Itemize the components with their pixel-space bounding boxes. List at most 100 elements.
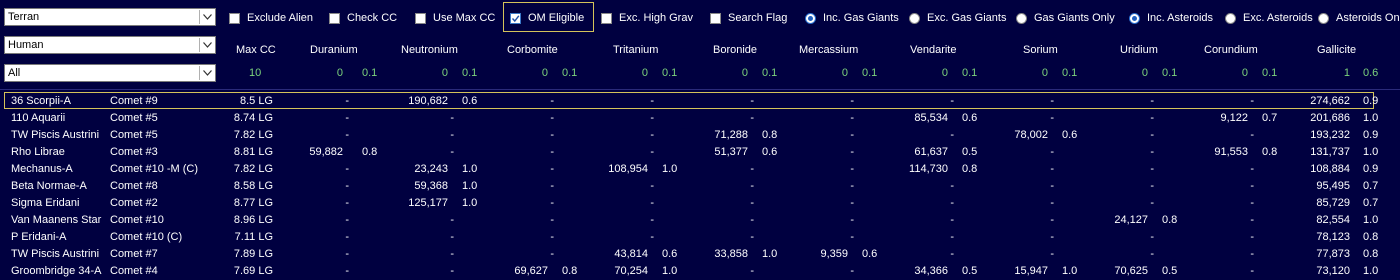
header-accessibility-value: 0.1 (562, 67, 578, 79)
system-name-cell: Beta Normae-A (11, 180, 87, 192)
exc-asteroids-radio[interactable]: Exc. Asteroids (1225, 8, 1313, 28)
table-row[interactable]: 36 Scorpii-A Comet #9 8.5 LG - 190,682 0.6 - - -… (0, 93, 1400, 110)
mineral-amount-cell: - (1150, 129, 1154, 141)
mineral-amount-cell: - (550, 248, 554, 260)
use-max-cc-checkbox[interactable]: Use Max CC (415, 8, 495, 28)
column-header-vendarite[interactable]: Vendarite (910, 44, 956, 58)
chevron-down-icon[interactable] (199, 38, 214, 52)
mineral-amount-cell: - (345, 231, 349, 243)
table-row[interactable]: Mechanus-A Comet #10 -M (C) 7.82 LG - 23,243… (0, 161, 1400, 178)
mineral-amount-cell: - (1250, 265, 1254, 277)
search-flag-label: Search Flag (728, 12, 788, 24)
table-row[interactable]: Groombridge 34-A Comet #4 7.69 LG - - 69,627 0… (0, 263, 1400, 280)
exclude-alien-checkbox[interactable]: Exclude Alien (229, 8, 313, 28)
exc-gas-giants-radio[interactable]: Exc. Gas Giants (909, 8, 1006, 28)
mineral-amount-cell: - (650, 129, 654, 141)
column-header-sorium[interactable]: Sorium (1023, 44, 1058, 58)
column-header-tritanium[interactable]: Tritanium (613, 44, 658, 58)
header-accessibility-value: 0.1 (762, 67, 778, 79)
table-row[interactable]: TW Piscis Austrini Comet #5 7.82 LG - - - - 71,… (0, 127, 1400, 144)
mineral-amount-cell: 70,625 (1114, 265, 1148, 277)
mineral-amount-cell: - (550, 163, 554, 175)
mineral-amount-cell: 78,123 (1316, 231, 1350, 243)
radio-button[interactable] (1225, 12, 1236, 24)
radio-button[interactable] (1318, 12, 1329, 24)
species-dropdown[interactable]: Human (4, 36, 216, 54)
system-name-cell: P Eridani-A (11, 231, 67, 243)
mineral-amount-cell: - (1050, 163, 1054, 175)
mineral-amount-cell: - (550, 180, 554, 192)
table-row[interactable]: Rho Librae Comet #3 8.81 LG 59,882 0.8 - - - 51,… (0, 144, 1400, 161)
column-header-corundium[interactable]: Corundium (1204, 44, 1258, 58)
column-header-mercassium[interactable]: Mercassium (799, 44, 858, 58)
header-amount-value: 0 (841, 67, 848, 79)
mineral-amount-cell: - (950, 95, 954, 107)
inc-gas-giants-radio[interactable]: Inc. Gas Giants (805, 8, 899, 28)
chevron-down-icon[interactable] (199, 66, 214, 80)
mineral-amount-cell: 70,254 (614, 265, 648, 277)
table-row[interactable]: Van Maanens Star Comet #10 8.96 LG - - - - - - - -… (0, 212, 1400, 229)
mineral-amount-cell: - (950, 248, 954, 260)
column-header-boronide[interactable]: Boronide (713, 44, 757, 58)
search-flag-checkbox[interactable]: Search Flag (710, 8, 787, 28)
mineral-amount-cell: - (450, 112, 454, 124)
mineral-amount-cell: - (1250, 214, 1254, 226)
asteroids-only-radio[interactable]: Asteroids On (1318, 8, 1400, 28)
exc-high-grav-checkbox[interactable]: Exc. High Grav (601, 8, 693, 28)
radio-button-selected[interactable] (805, 12, 816, 24)
mineral-amount-cell: - (450, 146, 454, 158)
header-amount-value: 0 (541, 67, 548, 79)
column-header-corbomite[interactable]: Corbomite (507, 44, 558, 58)
cc-cell: 7.82 LG (233, 129, 273, 141)
checkbox-box[interactable] (329, 12, 340, 24)
header-accessibility-value: 0.1 (962, 67, 978, 79)
table-row[interactable]: Sigma Eridani Comet #2 8.77 LG - 125,177 1.0 -… (0, 195, 1400, 212)
mineral-accessibility-cell: 0.7 (1262, 112, 1278, 124)
check-cc-checkbox[interactable]: Check CC (329, 8, 397, 28)
checkbox-box[interactable] (601, 12, 612, 24)
chevron-down-icon[interactable] (199, 10, 214, 24)
table-row[interactable]: Beta Normae-A Comet #8 8.58 LG - 59,368 1.0 - -… (0, 178, 1400, 195)
mineral-amount-cell: 131,737 (1310, 146, 1350, 158)
race-dropdown-value: Terran (8, 11, 40, 23)
checkbox-box[interactable] (415, 12, 426, 24)
mineral-accessibility-cell: 1.0 (462, 197, 478, 209)
system-name-cell: TW Piscis Austrini (11, 129, 100, 141)
checkbox-box[interactable] (710, 12, 721, 24)
radio-button[interactable] (909, 12, 920, 24)
inc-gas-giants-label: Inc. Gas Giants (823, 12, 899, 24)
system-name-cell: Groombridge 34-A (11, 265, 102, 277)
column-header-gallicite[interactable]: Gallicite (1317, 44, 1356, 58)
om-eligible-checkbox[interactable]: OM Eligible (510, 8, 584, 28)
inc-asteroids-radio[interactable]: Inc. Asteroids (1129, 8, 1213, 28)
radio-button[interactable] (1016, 12, 1027, 24)
header-accessibility-value: 0.1 (362, 67, 378, 79)
filter-dropdown[interactable]: All (4, 64, 216, 82)
header-accessibility-value: 0.6 (1363, 67, 1379, 79)
mineral-amount-cell: 85,534 (914, 112, 948, 124)
radio-button-selected[interactable] (1129, 12, 1140, 24)
column-header-neutronium[interactable]: Neutronium (401, 44, 458, 58)
checkbox-box[interactable] (229, 12, 240, 24)
mineral-amount-cell: - (1050, 214, 1054, 226)
mineral-amount-cell: - (450, 129, 454, 141)
header-amount-value: 0 (741, 67, 748, 79)
mineral-amount-cell: - (345, 248, 349, 260)
column-header-max-cc[interactable]: Max CC (236, 44, 276, 58)
mineral-accessibility-cell: 0.6 (762, 146, 778, 158)
gas-giants-only-radio[interactable]: Gas Giants Only (1016, 8, 1115, 28)
column-header-duranium[interactable]: Duranium (310, 44, 358, 58)
table-row[interactable]: P Eridani-A Comet #10 (C) 7.11 LG - - - - - - - - -… (0, 229, 1400, 246)
mineral-accessibility-cell: 0.5 (962, 146, 978, 158)
table-row[interactable]: TW Piscis Austrini Comet #7 7.89 LG - - - 43,8… (0, 246, 1400, 263)
max-cc-value: 10 (249, 67, 262, 79)
body-name-cell: Comet #10 (C) (110, 231, 183, 243)
column-header-uridium[interactable]: Uridium (1120, 44, 1158, 58)
mineral-amount-cell: - (1050, 112, 1054, 124)
mineral-amount-cell: - (750, 214, 754, 226)
mineral-amount-cell: - (650, 112, 654, 124)
checkbox-box-checked[interactable] (510, 12, 521, 24)
mineral-accessibility-cell: 0.6 (462, 95, 478, 107)
table-row[interactable]: 110 Aquarii Comet #5 8.74 LG - - - - - - 85,534 0.… (0, 110, 1400, 127)
race-dropdown[interactable]: Terran (4, 8, 216, 26)
